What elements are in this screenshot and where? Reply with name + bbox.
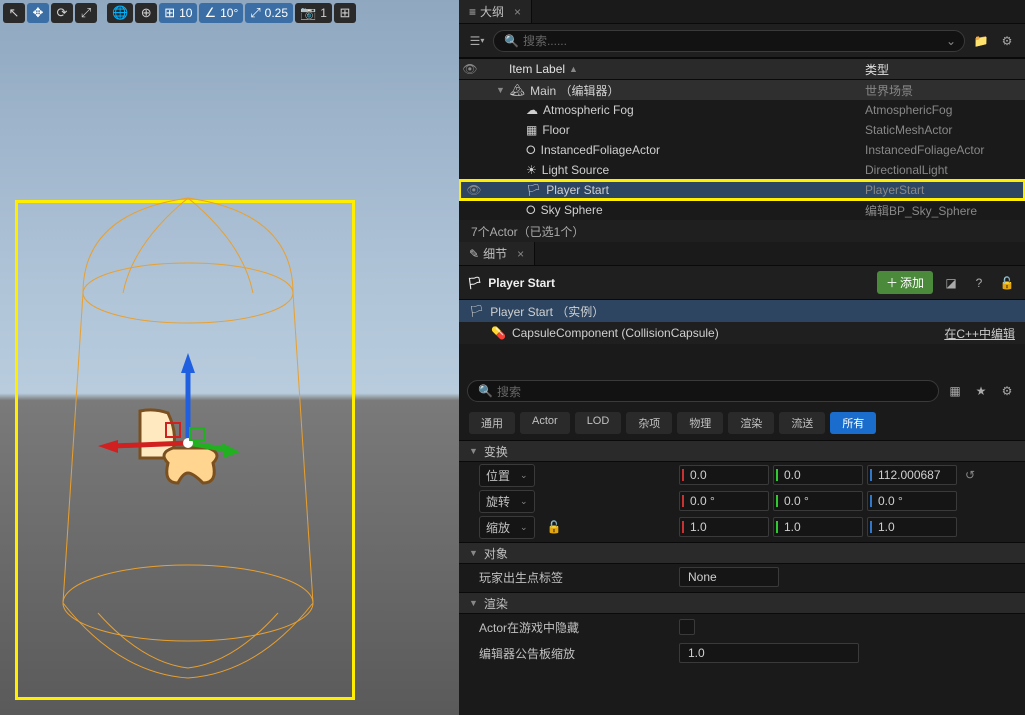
filter-tab[interactable]: 杂项 bbox=[626, 412, 672, 434]
selection-highlight bbox=[15, 200, 355, 700]
scale-tool[interactable]: ⤢ bbox=[75, 3, 97, 23]
gear-icon[interactable]: ⚙ bbox=[997, 381, 1017, 401]
lock-icon[interactable]: 🔓 bbox=[547, 520, 562, 534]
filter-tab[interactable]: LOD bbox=[575, 412, 622, 434]
world-icon: 🏔 bbox=[510, 83, 525, 97]
capsule-icon: 💊 bbox=[491, 326, 506, 340]
rotate-tool[interactable]: ⟳ bbox=[51, 3, 73, 23]
filter-icon[interactable]: ☰▾ bbox=[467, 31, 487, 51]
filter-tab[interactable]: 通用 bbox=[469, 412, 515, 434]
reset-icon[interactable]: ↺ bbox=[965, 468, 975, 482]
component-list: 🏳 Player Start （实例） 💊 CapsuleComponent (… bbox=[459, 300, 1025, 344]
filter-tab[interactable]: 所有 bbox=[830, 412, 876, 434]
outliner-item[interactable]: ⭘Sky Sphere 编辑BP_Sky_Sphere bbox=[459, 200, 1025, 220]
outliner-tab[interactable]: ≡ 大纲 × bbox=[459, 0, 532, 23]
help-icon[interactable]: ? bbox=[969, 273, 989, 293]
prop-location: 位置⌄ 0.0 0.0 112.000687 ↺ bbox=[459, 462, 1025, 488]
lock-icon[interactable]: 🔓 bbox=[997, 273, 1017, 293]
outliner-root[interactable]: ▼🏔Main （编辑器） 世界场景 bbox=[459, 80, 1025, 100]
flag-icon: 🏳 bbox=[526, 183, 541, 197]
details-tab[interactable]: ✎ 细节 × bbox=[459, 242, 535, 265]
favorite-icon[interactable]: ★ bbox=[971, 381, 991, 401]
rotation-x[interactable]: 0.0 ° bbox=[679, 491, 769, 511]
outliner-header[interactable]: 👁 Item Label▲ 类型 bbox=[459, 58, 1025, 80]
coord-space[interactable]: 🌐 bbox=[107, 3, 133, 23]
filter-tab[interactable]: 物理 bbox=[677, 412, 723, 434]
browse-icon[interactable]: ◪ bbox=[941, 273, 961, 293]
move-tool[interactable]: ✥ bbox=[27, 3, 49, 23]
eye-icon: 👁 bbox=[462, 62, 477, 76]
scale-snap[interactable]: ⤢0.25 bbox=[245, 3, 293, 23]
scale-z[interactable]: 1.0 bbox=[867, 517, 957, 537]
scale-x[interactable]: 1.0 bbox=[679, 517, 769, 537]
outliner-item[interactable]: ⭘InstancedFoliageActor InstancedFoliageA… bbox=[459, 140, 1025, 160]
component-row[interactable]: 🏳 Player Start （实例） bbox=[459, 300, 1025, 322]
outliner-search[interactable]: 🔍 搜索...... ⌄ bbox=[493, 30, 965, 52]
filter-tab[interactable]: 流送 bbox=[779, 412, 825, 434]
circle-icon: ⭘ bbox=[526, 143, 536, 158]
category-transform[interactable]: ▼变换 bbox=[459, 440, 1025, 462]
outliner-status: 7个Actor（已选1个） bbox=[459, 220, 1025, 242]
category-rendering[interactable]: ▼渲染 bbox=[459, 592, 1025, 614]
rotation-y[interactable]: 0.0 ° bbox=[773, 491, 863, 511]
viewport[interactable]: ↖ ✥ ⟳ ⤢ 🌐 ⊕ ⊞10 ∠10° ⤢0.25 📷1 ⊞ bbox=[0, 0, 459, 715]
close-icon[interactable]: × bbox=[514, 5, 521, 19]
location-y[interactable]: 0.0 bbox=[773, 465, 863, 485]
prop-rotation: 旋转⌄ 0.0 ° 0.0 ° 0.0 ° bbox=[459, 488, 1025, 514]
spawn-tag-input[interactable]: None bbox=[679, 567, 779, 587]
outliner-icon: ≡ bbox=[469, 5, 476, 19]
grid-snap[interactable]: ⊞10 bbox=[159, 3, 197, 23]
grid-icon[interactable]: ▦ bbox=[945, 381, 965, 401]
hidden-checkbox[interactable] bbox=[679, 619, 695, 635]
circle-icon: ⭘ bbox=[526, 203, 536, 218]
settings-icon[interactable]: ⚙ bbox=[997, 31, 1017, 51]
translate-gizmo[interactable] bbox=[148, 388, 328, 508]
details-title: 🏳 Player Start bbox=[467, 276, 869, 290]
outliner-item[interactable]: ▦Floor StaticMeshActor bbox=[459, 120, 1025, 140]
flag-icon: 🏳 bbox=[467, 276, 482, 290]
surface-snap[interactable]: ⊕ bbox=[135, 3, 157, 23]
select-tool[interactable]: ↖ bbox=[3, 3, 25, 23]
angle-snap[interactable]: ∠10° bbox=[199, 3, 243, 23]
flag-icon: 🏳 bbox=[469, 304, 484, 318]
sun-icon: ☀ bbox=[526, 163, 537, 177]
close-icon[interactable]: × bbox=[517, 247, 524, 261]
location-x[interactable]: 0.0 bbox=[679, 465, 769, 485]
details-search[interactable]: 🔍 搜索 bbox=[467, 380, 939, 402]
edit-cpp-link[interactable]: 在C++中编辑 bbox=[944, 325, 1015, 342]
outliner-panel: ≡ 大纲 × ☰▾ 🔍 搜索...... ⌄ 📁 ⚙ 👁 Item Label▲… bbox=[459, 0, 1025, 242]
outliner-item[interactable]: ☁Atmospheric Fog AtmosphericFog bbox=[459, 100, 1025, 120]
scale-y[interactable]: 1.0 bbox=[773, 517, 863, 537]
filter-tab[interactable]: 渲染 bbox=[728, 412, 774, 434]
viewport-layout[interactable]: ⊞ bbox=[334, 3, 356, 23]
prop-spawn-tag: 玩家出生点标签 None bbox=[459, 564, 1025, 590]
camera-speed[interactable]: 📷1 bbox=[295, 3, 332, 23]
layers-icon: ☁ bbox=[526, 103, 538, 117]
prop-hidden-in-game: Actor在游戏中隐藏 bbox=[459, 614, 1025, 640]
component-row[interactable]: 💊 CapsuleComponent (CollisionCapsule) 在C… bbox=[459, 322, 1025, 344]
add-folder-icon[interactable]: 📁 bbox=[971, 31, 991, 51]
prop-billboard-scale: 编辑器公告板缩放 1.0 bbox=[459, 640, 1025, 666]
right-panel: ≡ 大纲 × ☰▾ 🔍 搜索...... ⌄ 📁 ⚙ 👁 Item Label▲… bbox=[459, 0, 1025, 715]
pencil-icon: ✎ bbox=[469, 247, 479, 261]
outliner-item[interactable]: 👁 🏳Player Start PlayerStart bbox=[459, 180, 1025, 200]
outliner-item[interactable]: ☀Light Source DirectionalLight bbox=[459, 160, 1025, 180]
rotation-z[interactable]: 0.0 ° bbox=[867, 491, 957, 511]
prop-scale: 缩放⌄🔓 1.0 1.0 1.0 bbox=[459, 514, 1025, 540]
viewport-toolbar: ↖ ✥ ⟳ ⤢ 🌐 ⊕ ⊞10 ∠10° ⤢0.25 📷1 ⊞ bbox=[3, 3, 356, 23]
details-panel: ✎ 细节 × 🏳 Player Start ＋添加 ◪ ? 🔓 🏳 Player… bbox=[459, 242, 1025, 715]
category-object[interactable]: ▼对象 bbox=[459, 542, 1025, 564]
location-z[interactable]: 112.000687 bbox=[867, 465, 957, 485]
add-component-button[interactable]: ＋添加 bbox=[877, 271, 933, 294]
billboard-input[interactable]: 1.0 bbox=[679, 643, 859, 663]
filter-tabs: 通用ActorLOD杂项物理渲染流送所有 bbox=[459, 408, 1025, 438]
cube-icon: ▦ bbox=[526, 123, 537, 137]
filter-tab[interactable]: Actor bbox=[520, 412, 570, 434]
